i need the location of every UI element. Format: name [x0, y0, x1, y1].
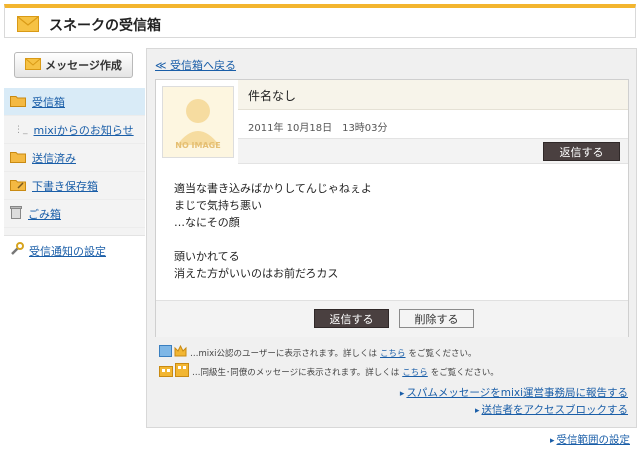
message-box: NO IMAGE 件名なし 2011年 10月18日 13時03分 返信する 適… [155, 79, 629, 337]
arrow-right-icon: ▸ [399, 389, 405, 399]
body-line: まじで気持ち悪い [174, 199, 262, 212]
block-sender-item[interactable]: ▸ 送信者をアクセスブロックする [475, 402, 628, 417]
body-line: …なにその顔 [174, 216, 240, 229]
reply-button-bottom[interactable]: 返信する [314, 309, 389, 328]
message-subject: 件名なし [248, 89, 297, 103]
compose-message-button[interactable]: メッセージ作成 [14, 52, 133, 78]
sidebar-item-drafts[interactable]: 下書き保存箱 [4, 172, 145, 200]
envelope-icon [17, 16, 39, 35]
sidebar-item-label[interactable]: 下書き保存箱 [32, 178, 98, 194]
official-badge-icon [159, 344, 187, 360]
back-to-inbox-link[interactable]: ≪ 受信箱へ戻る [155, 57, 236, 73]
arrow-right-icon: ▸ [549, 436, 555, 446]
arrow-right-icon: ▸ [474, 406, 480, 416]
details-link[interactable]: こちら [380, 347, 406, 359]
action-row: 返信する 削除する [156, 300, 628, 337]
report-spam-link[interactable]: スパムメッセージをmixi運営事務局に報告する [406, 387, 628, 399]
envelope-icon [25, 57, 42, 73]
official-user-note: …mixi公認のユーザーに表示されます。詳しくは こちら をご覧ください。 [159, 344, 477, 360]
sidebar-item-inbox[interactable]: 受信箱 [4, 88, 145, 116]
body-line: 頭いかれてる [174, 250, 240, 263]
sidebar-item-label[interactable]: ごみ箱 [28, 206, 61, 222]
folder-edit-icon [10, 178, 26, 194]
message-panel: ≪ 受信箱へ戻る NO IMAGE 件名なし 2011年 10月18日 13時0… [146, 48, 637, 428]
reply-button[interactable]: 返信する [543, 142, 620, 161]
delete-button[interactable]: 削除する [399, 309, 474, 328]
body-line: 適当な書き込みばかりしてんじゃねぇよ [174, 182, 372, 195]
classmate-building-icon [159, 363, 189, 380]
notification-settings[interactable]: 受信通知の設定 [10, 242, 106, 259]
trash-icon [10, 205, 22, 222]
sidebar-item-mixi-notices[interactable]: ⋮_ mixiからのお知らせ [4, 116, 145, 144]
receive-range-link[interactable]: 受信範囲の設定 [557, 434, 631, 446]
page-title: スネークの受信箱 [49, 18, 161, 34]
sidebar-item-label[interactable]: 受信箱 [32, 94, 65, 110]
note-text: …同級生･同僚のメッセージに表示されます。詳しくは [192, 367, 400, 378]
sidebar-item-label[interactable]: mixiからのお知らせ [34, 122, 134, 138]
message-date: 2011年 10月18日 13時03分 [248, 123, 388, 134]
classmate-note: …同級生･同僚のメッセージに表示されます。詳しくは こちら をご覧ください。 [159, 363, 499, 380]
notification-settings-link[interactable]: 受信通知の設定 [29, 243, 106, 259]
page-header: スネークの受信箱 [4, 4, 636, 38]
avatar: NO IMAGE [162, 86, 234, 158]
reply-row: 返信する [238, 138, 628, 164]
details-link[interactable]: こちら [402, 366, 428, 378]
avatar-placeholder-text: NO IMAGE [175, 141, 221, 150]
body-line [174, 231, 372, 248]
compose-label: メッセージ作成 [45, 59, 122, 72]
note-text: をご覧ください。 [430, 367, 499, 378]
sidebar-nav: 受信箱 ⋮_ mixiからのお知らせ 送信済み 下書き保存箱 ごみ箱 [4, 88, 145, 228]
tree-dots-icon: ⋮_ [14, 124, 28, 135]
wrench-icon [10, 242, 24, 259]
body-line: 消えた方がいいのはお前だろカス [174, 267, 339, 280]
message-body: 適当な書き込みばかりしてんじゃねぇよ まじで気持ち悪い …なにその顔 頭いかれて… [174, 180, 372, 282]
note-text: をご覧ください。 [408, 348, 477, 359]
receive-range-item[interactable]: ▸ 受信範囲の設定 [550, 432, 630, 447]
subject-row: 件名なし [238, 80, 628, 110]
sidebar-item-sent[interactable]: 送信済み [4, 144, 145, 172]
sidebar-item-label[interactable]: 送信済み [32, 150, 76, 166]
folder-icon [10, 150, 26, 166]
folder-icon [10, 94, 26, 110]
sidebar-item-trash[interactable]: ごみ箱 [4, 200, 145, 228]
note-text: …mixi公認のユーザーに表示されます。詳しくは [190, 348, 378, 359]
block-sender-link[interactable]: 送信者をアクセスブロックする [482, 404, 628, 416]
report-spam-item[interactable]: ▸ スパムメッセージをmixi運営事務局に報告する [400, 385, 628, 400]
